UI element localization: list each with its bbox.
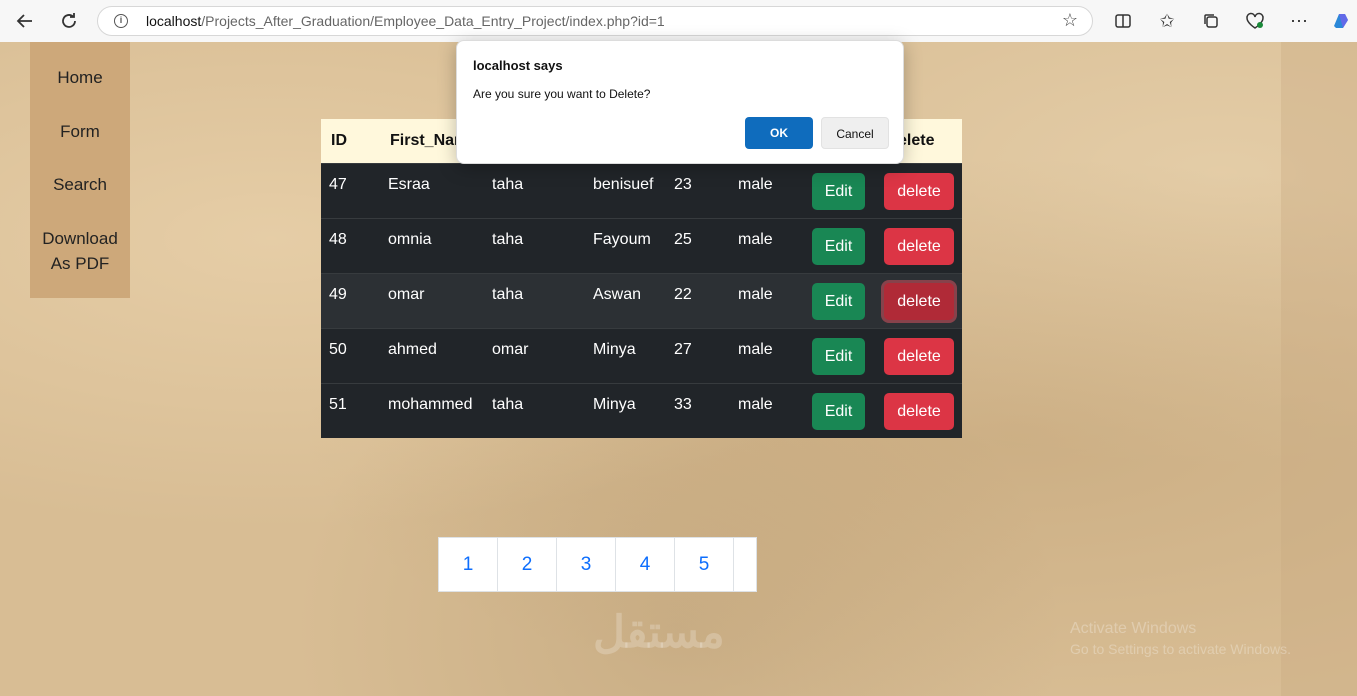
cell-age: 25 <box>674 231 692 248</box>
cell-gender: male <box>738 231 773 248</box>
cell-id: 49 <box>329 286 347 303</box>
site-logo-watermark: مستقل <box>593 608 725 657</box>
cell-last-name: taha <box>492 396 524 413</box>
ok-button[interactable]: OK <box>745 117 813 149</box>
dialog-message: Are you sure you want to Delete? <box>473 87 651 101</box>
sidebar: Home Form Search Download As PDF <box>30 42 130 298</box>
cell-city: Minya <box>593 396 636 413</box>
cell-gender: male <box>738 286 773 303</box>
cell-gender: male <box>738 396 773 413</box>
split-screen-icon[interactable] <box>1110 8 1136 34</box>
cell-first-name: omnia <box>388 231 432 248</box>
page-link-5[interactable]: 5 <box>674 537 734 592</box>
cell-age: 22 <box>674 286 692 303</box>
copilot-icon[interactable] <box>1328 8 1354 34</box>
edit-button[interactable]: Edit <box>812 283 865 320</box>
cell-first-name: omar <box>388 286 425 303</box>
cell-id: 48 <box>329 231 347 248</box>
table-row: 49 omar taha Aswan 22 male Edit delete <box>321 273 962 328</box>
dialog-title: localhost says <box>473 58 563 73</box>
site-info-icon[interactable]: i <box>114 14 128 28</box>
nav-download-line2: As PDF <box>50 254 110 273</box>
activate-line2: Go to Settings to activate Windows. <box>1070 641 1291 657</box>
cell-first-name: ahmed <box>388 341 437 358</box>
cancel-button[interactable]: Cancel <box>821 117 889 149</box>
collections-icon[interactable] <box>1198 8 1224 34</box>
nav-download-line1: Download <box>42 229 118 248</box>
favorites-icon[interactable]: ✩ <box>1154 8 1180 34</box>
refresh-icon[interactable] <box>56 8 82 34</box>
delete-button[interactable]: delete <box>884 393 954 430</box>
cell-last-name: taha <box>492 231 524 248</box>
nav-home-link[interactable]: Home <box>30 65 130 90</box>
cell-id: 47 <box>329 176 347 193</box>
page-link-next[interactable] <box>733 537 757 592</box>
cell-age: 23 <box>674 176 692 193</box>
browser-essentials-icon[interactable] <box>1242 8 1268 34</box>
header-id: ID <box>331 132 347 149</box>
cell-gender: male <box>738 341 773 358</box>
cell-first-name: mohammed <box>388 396 473 413</box>
edit-button[interactable]: Edit <box>812 393 865 430</box>
activate-line1: Activate Windows <box>1070 620 1197 637</box>
nav-download-pdf-link[interactable]: Download As PDF <box>30 226 130 276</box>
activate-windows-watermark: Activate Windows Go to Settings to activ… <box>1070 620 1291 657</box>
delete-button[interactable]: delete <box>884 283 954 320</box>
cell-city: Minya <box>593 341 636 358</box>
delete-button[interactable]: delete <box>884 173 954 210</box>
address-bar[interactable]: i localhost/Projects_After_Graduation/Em… <box>97 6 1093 36</box>
cell-age: 27 <box>674 341 692 358</box>
cell-first-name: Esraa <box>388 176 430 193</box>
favorite-star-icon[interactable]: ☆ <box>1062 10 1078 31</box>
delete-button[interactable]: delete <box>884 228 954 265</box>
table-row: 50 ahmed omar Minya 27 male Edit delete <box>321 328 962 383</box>
page-link-4[interactable]: 4 <box>615 537 675 592</box>
cell-id: 50 <box>329 341 347 358</box>
confirm-dialog: localhost says Are you sure you want to … <box>456 40 904 164</box>
delete-button[interactable]: delete <box>884 338 954 375</box>
more-menu-icon[interactable]: ⋯ <box>1286 8 1312 34</box>
cell-last-name: taha <box>492 286 524 303</box>
page-link-1[interactable]: 1 <box>438 537 498 592</box>
browser-toolbar: i localhost/Projects_After_Graduation/Em… <box>0 0 1357 43</box>
cell-city: benisuef <box>593 176 654 193</box>
cell-city: Aswan <box>593 286 642 303</box>
page-edge-shade <box>1281 42 1357 696</box>
back-arrow-icon[interactable] <box>12 8 38 34</box>
cell-age: 33 <box>674 396 692 413</box>
nav-form-link[interactable]: Form <box>30 119 130 144</box>
cell-city: Fayoum <box>593 231 651 248</box>
cell-gender: male <box>738 176 773 193</box>
edit-button[interactable]: Edit <box>812 173 865 210</box>
edit-button[interactable]: Edit <box>812 228 865 265</box>
table-row: 51 mohammed taha Minya 33 male Edit dele… <box>321 383 962 438</box>
header-first-name: First_Nar <box>390 132 461 149</box>
edit-button[interactable]: Edit <box>812 338 865 375</box>
nav-search-link[interactable]: Search <box>30 172 130 197</box>
cell-last-name: omar <box>492 341 529 358</box>
url-text: localhost/Projects_After_Graduation/Empl… <box>146 13 665 29</box>
table-row: 48 omnia taha Fayoum 25 male Edit delete <box>321 218 962 273</box>
cell-last-name: taha <box>492 176 524 193</box>
table-row: 47 Esraa taha benisuef 23 male Edit dele… <box>321 163 962 218</box>
page-link-3[interactable]: 3 <box>556 537 616 592</box>
page-link-2[interactable]: 2 <box>497 537 557 592</box>
cell-id: 51 <box>329 396 347 413</box>
pagination: 1 2 3 4 5 <box>438 537 757 592</box>
